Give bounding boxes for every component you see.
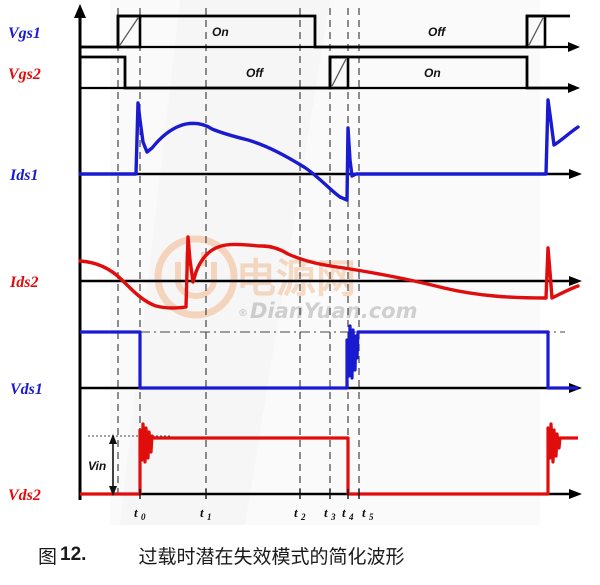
time-label-t2-base: t [294,505,298,520]
time-label-t3-sub: 3 [330,512,336,522]
vds1-label: Vds1 [10,381,43,398]
vgs2-on-label: On [424,66,441,80]
time-label-t3-base: t [324,505,328,520]
waveform-figure: 电源网 ® DianYuan.com Vgs1 On Off Vgs2 Off … [0,0,600,525]
ids2-label: Ids2 [9,274,38,291]
watermark-reg-mark: ® [238,308,248,319]
time-label-t2-sub: 2 [300,512,306,522]
time-label-t4-base: t [342,505,346,520]
vgs2-off-label: Off [246,66,264,80]
caption-prefix: 图 [38,545,58,568]
vin-label: Vin [88,459,106,473]
figure-caption: 图 12. 过载时潜在失效模式的简化波形 [0,525,600,585]
vgs1-off-label: Off [428,25,446,39]
caption-number: 12. [60,544,87,565]
time-label-t4-sub: 4 [348,512,354,522]
time-label-t1-base: t [200,505,204,520]
vds2-label: Vds2 [8,487,41,504]
time-label-t5-sub: 5 [369,512,374,522]
ids1-label: Ids1 [9,167,38,184]
time-label-t1-sub: 1 [207,512,212,522]
waveform-svg: 电源网 ® DianYuan.com Vgs1 On Off Vgs2 Off … [0,0,600,525]
vgs1-label: Vgs1 [8,25,41,42]
time-label-t0-base: t [134,505,138,520]
time-label-t5-base: t [362,505,366,520]
watermark-text-en: DianYuan.com [250,299,417,323]
vgs2-label: Vgs2 [8,66,41,83]
time-label-t0-sub: 0 [141,512,146,522]
caption-text: 过载时潜在失效模式的简化波形 [138,545,405,568]
figure-container: 电源网 ® DianYuan.com Vgs1 On Off Vgs2 Off … [0,0,600,585]
vgs1-on-label: On [212,25,229,39]
watermark-text-cn: 电源网 [236,256,356,302]
